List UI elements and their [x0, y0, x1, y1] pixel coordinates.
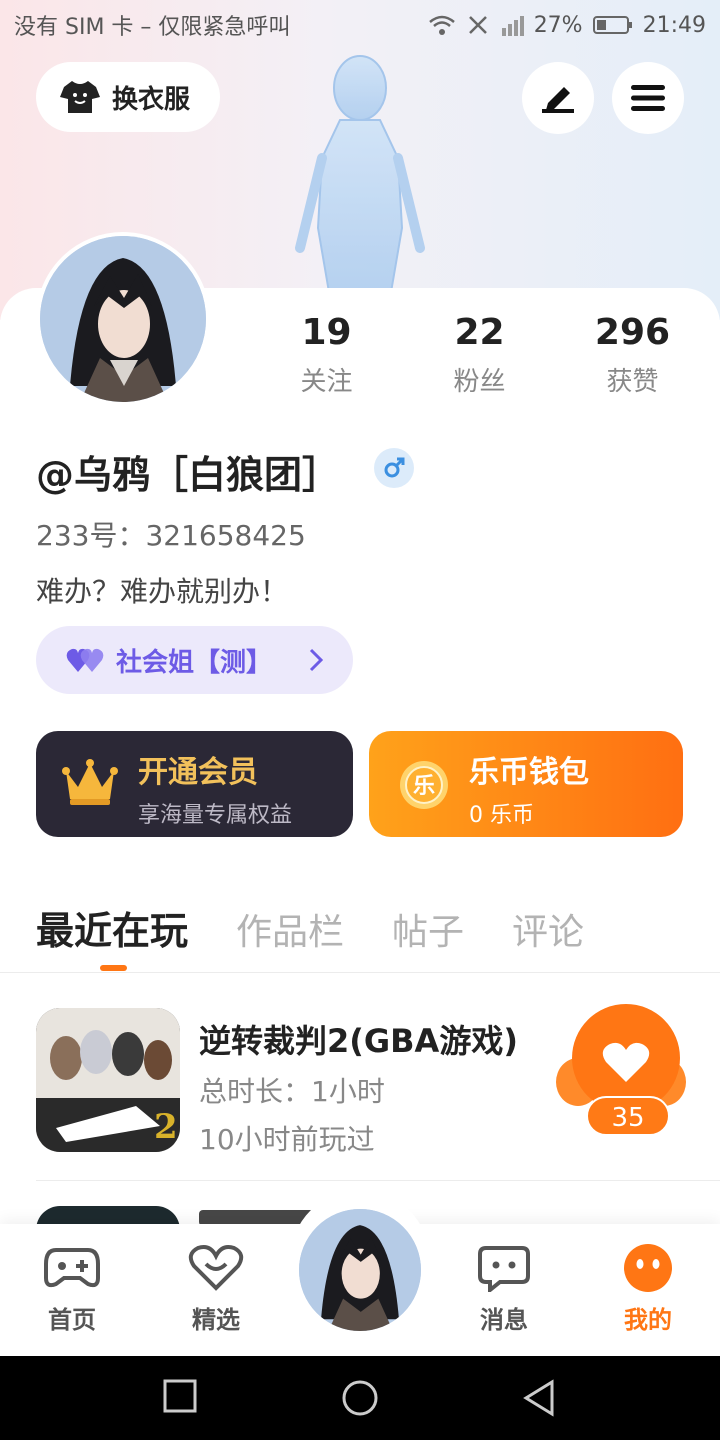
- hamburger-icon: [631, 85, 665, 111]
- game-total-time: 总时长：1小时: [199, 1075, 385, 1108]
- stat-label: 关注: [300, 367, 353, 397]
- game-title: 逆转裁判2(GBA游戏): [199, 1022, 518, 1060]
- avatar-illustration: [299, 1209, 421, 1331]
- avatar-3d-figure: [295, 55, 425, 298]
- divider: [36, 1180, 720, 1181]
- change-outfit-button[interactable]: 换衣服: [36, 62, 220, 132]
- stat-value: 296: [594, 312, 671, 353]
- heart-chat-icon: [188, 1245, 244, 1291]
- nav-avatar-button[interactable]: [296, 1206, 424, 1334]
- wallet-title: 乐币钱包: [469, 755, 589, 790]
- back-icon[interactable]: [520, 1378, 556, 1418]
- chevron-right-icon: [309, 648, 323, 672]
- stat-label: 获赞: [606, 367, 659, 397]
- vip-subtitle: 享海量专属权益: [138, 803, 293, 828]
- nav-label: 消息: [480, 1306, 528, 1334]
- tab-comments[interactable]: 评论: [512, 903, 584, 955]
- game-last-played: 10小时前玩过: [199, 1123, 375, 1156]
- menu-button[interactable]: [612, 62, 684, 134]
- content-tabs: 最近在玩 作品栏 帖子 评论: [36, 900, 632, 955]
- recent-apps-icon[interactable]: [162, 1378, 198, 1414]
- identity-tag-label: 社会姐【测】: [116, 647, 273, 678]
- status-bar: 没有 SIM 卡 – 仅限紧急呼叫 27% 21:49: [0, 0, 720, 50]
- vip-membership-card[interactable]: 开通会员 享海量专属权益: [36, 731, 353, 837]
- active-tab-indicator: [100, 965, 127, 971]
- avatar-illustration: [40, 236, 206, 402]
- signal-icon: [501, 16, 524, 36]
- pencil-icon: [542, 87, 574, 113]
- vip-title: 开通会员: [138, 755, 258, 790]
- nav-messages[interactable]: 消息: [454, 1244, 554, 1335]
- gamepad-icon: [44, 1248, 100, 1288]
- tab-posts[interactable]: 帖子: [392, 903, 464, 955]
- profile-stats: 19 关注 22 粉丝 296 获赞: [250, 312, 720, 412]
- nav-mine[interactable]: 我的: [598, 1244, 698, 1335]
- tshirt-icon: [60, 81, 100, 113]
- user-id: 233号：321658425: [36, 519, 306, 552]
- svg-text:2: 2: [154, 1107, 178, 1147]
- home-icon[interactable]: [340, 1378, 380, 1418]
- divider: [0, 972, 720, 973]
- nav-home[interactable]: 首页: [22, 1244, 122, 1335]
- clock: 21:49: [642, 12, 706, 38]
- edit-profile-button[interactable]: [522, 62, 594, 134]
- nav-label: 我的: [624, 1306, 672, 1334]
- user-bio: 难办？难办就别办！: [36, 575, 289, 608]
- no-call-icon: [468, 16, 487, 34]
- male-gender-icon: [374, 448, 414, 488]
- tab-works[interactable]: 作品栏: [236, 903, 344, 955]
- identity-tag-button[interactable]: 社会姐【测】: [36, 626, 353, 694]
- face-icon: [624, 1244, 672, 1292]
- message-icon: [478, 1246, 530, 1295]
- nav-label: 精选: [192, 1306, 240, 1334]
- system-navigation-bar: [0, 1356, 720, 1440]
- wallet-balance: 0 乐币: [469, 803, 534, 828]
- like-count: 35: [586, 1096, 670, 1136]
- stat-likes[interactable]: 296 获赞: [556, 312, 709, 412]
- stat-label: 粉丝: [453, 367, 506, 397]
- coin-glyph: 乐: [413, 774, 435, 799]
- game-thumbnail: 2: [36, 1008, 180, 1152]
- list-item[interactable]: 2 逆转裁判2(GBA游戏) 总时长：1小时 10小时前玩过 35: [36, 1004, 696, 1156]
- change-outfit-label: 换衣服: [112, 84, 191, 115]
- stat-value: 22: [454, 312, 505, 353]
- battery-icon: [592, 16, 632, 34]
- wifi-icon: [428, 15, 455, 35]
- tab-recently-played[interactable]: 最近在玩: [36, 900, 188, 955]
- avatar[interactable]: [36, 232, 210, 406]
- carrier-text: 没有 SIM 卡 – 仅限紧急呼叫: [14, 15, 291, 40]
- status-icons: 27% 21:49: [428, 13, 706, 38]
- nav-label: 首页: [48, 1306, 96, 1334]
- stat-value: 19: [301, 312, 352, 353]
- double-heart-icon: [66, 648, 104, 672]
- coin-icon: 乐: [400, 761, 448, 809]
- stat-followers[interactable]: 22 粉丝: [403, 312, 556, 412]
- crown-icon: [62, 759, 118, 805]
- battery-percent: 27%: [533, 12, 583, 38]
- stat-following[interactable]: 19 关注: [250, 312, 403, 412]
- nav-featured[interactable]: 精选: [166, 1244, 266, 1335]
- username: @乌鸦［白狼团］: [36, 453, 341, 497]
- wallet-card[interactable]: 乐 乐币钱包 0 乐币: [369, 731, 683, 837]
